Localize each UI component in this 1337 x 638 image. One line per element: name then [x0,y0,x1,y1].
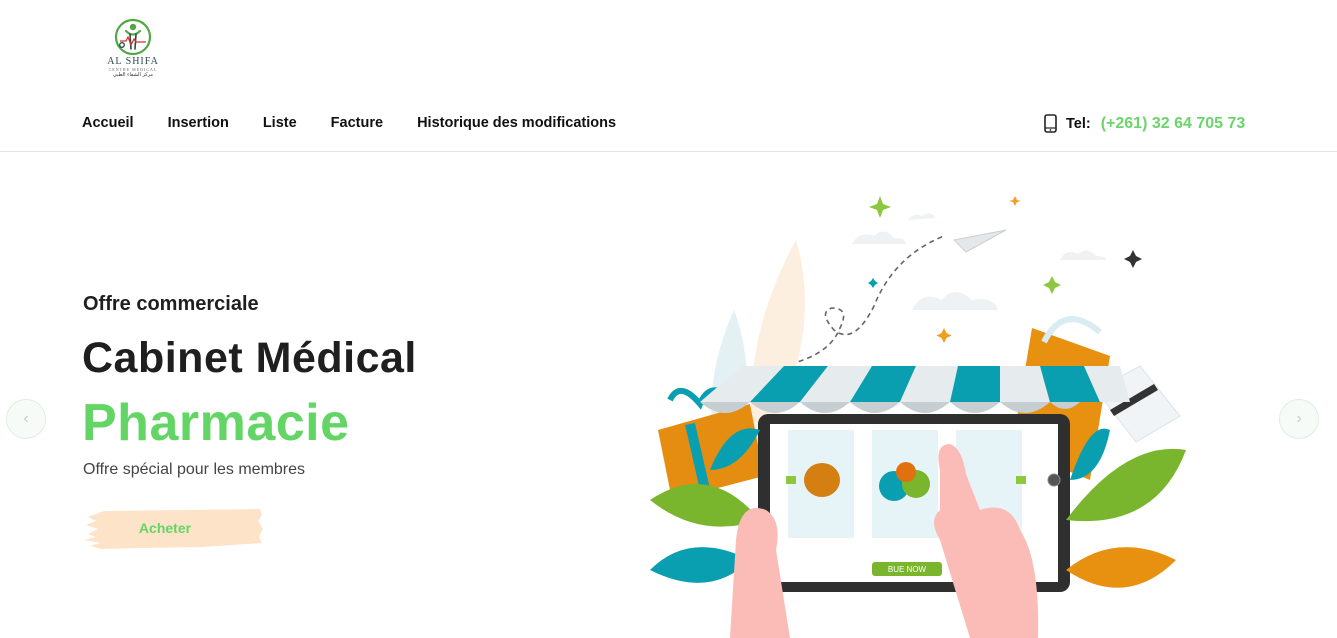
cloud-shape [852,231,906,244]
sparkle-icon [1124,250,1142,268]
sparkle-icon [1043,276,1061,294]
phone-icon [1044,114,1057,133]
product-item [804,463,840,497]
gift-box-shape [658,404,764,500]
phone-label: Tel: [1066,115,1091,132]
hero-title: Cabinet Médical [82,334,417,382]
nav-item-facture[interactable]: Facture [331,115,383,131]
slider-next-button[interactable]: › [1279,399,1319,439]
logo-stethoscope-icon [114,18,152,56]
paper-plane-icon [952,229,1007,253]
awning-stripes [700,366,1130,413]
tablet-home-button [1047,473,1061,487]
contact-phone: Tel: (+261) 32 64 705 73 [1043,114,1245,133]
nav-item-historique[interactable]: Historique des modifications [417,115,616,131]
chevron-left-icon: ‹ [23,410,29,427]
sparkle-icon [869,196,891,218]
logo-name: AL SHIFA [107,56,159,67]
hero-subtitle: Pharmacie [82,394,350,452]
cloud-shape [908,213,936,220]
product-item [896,462,916,482]
leaf-shape [1066,547,1176,588]
main-nav: Accueil Insertion Liste Facture Historiq… [82,115,650,131]
phone-number[interactable]: (+261) 32 64 705 73 [1101,115,1246,133]
buy-button-label: Acheter [138,520,192,536]
arrow-right-small-icon [1016,476,1026,484]
logo-arabic-name: مركز الشفاء الطبي [112,72,154,78]
hero-eyebrow: Offre commerciale [83,293,259,315]
online-shop-illustration: BUE NOW [650,196,1186,638]
brand-logo[interactable]: AL SHIFA CENTRE MEDICAL مركز الشفاء الطب… [104,18,162,80]
sparkle-icon [936,328,952,343]
hero-tagline: Offre spécial pour les membres [83,461,306,478]
sparkle-icon [1009,196,1021,206]
arrow-left-small-icon [786,476,796,484]
nav-item-liste[interactable]: Liste [263,115,297,131]
header-divider [0,151,1337,152]
sparkle-icon [868,278,878,288]
slider-prev-button[interactable]: ‹ [6,399,46,439]
buy-button[interactable]: Acheter [82,507,264,551]
chevron-right-icon: › [1296,410,1302,427]
buy-now-label: BUE NOW [888,565,927,574]
cloud-shape [1060,250,1106,260]
nav-item-accueil[interactable]: Accueil [82,115,134,131]
page: AL SHIFA CENTRE MEDICAL مركز الشفاء الطب… [0,0,1337,638]
cloud-shape [912,292,998,310]
nav-item-insertion[interactable]: Insertion [168,115,229,131]
